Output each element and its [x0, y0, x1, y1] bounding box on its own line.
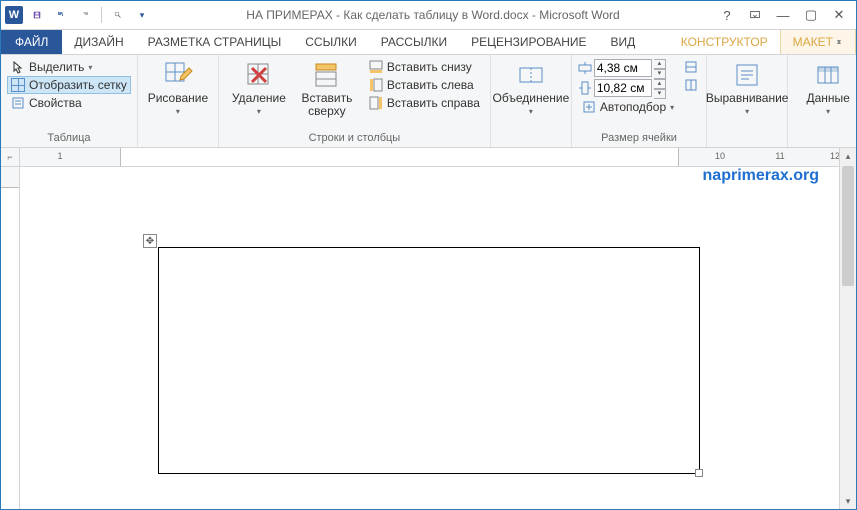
group-draw: Рисование▾ [138, 55, 219, 147]
group-data: Данные▾ [788, 55, 857, 147]
autofit-button[interactable]: Автоподбор▾ [578, 98, 678, 116]
data-icon [813, 60, 843, 90]
vertical-scrollbar[interactable]: ▴ ▾ [839, 148, 856, 509]
draw-table-button[interactable]: Рисование▾ [144, 58, 212, 118]
height-spinner[interactable]: ▴▾ [654, 59, 666, 77]
page: ✥ [50, 187, 829, 509]
cursor-icon [11, 60, 25, 74]
horizontal-ruler[interactable]: 1 1 2 3 4 5 6 7 8 9 10 11 12 [20, 148, 839, 167]
save-button[interactable] [27, 5, 47, 25]
delete-icon [244, 60, 274, 90]
document-area: ⌐ 1 1 2 3 4 5 6 7 8 9 10 11 12 [1, 148, 856, 509]
scroll-up-icon[interactable]: ▴ [840, 148, 856, 164]
zoom-button[interactable] [108, 5, 128, 25]
insert-left-icon [369, 78, 383, 92]
title-bar: W ▾ НА ПРИМЕРАХ - Как сделать таблицу в … [1, 1, 856, 30]
group-label [144, 130, 212, 147]
insert-above-icon [312, 60, 342, 90]
table-resize-handle[interactable] [695, 469, 703, 477]
tab-table-design[interactable]: КОНСТРУКТОР [669, 30, 780, 54]
properties-button[interactable]: Свойства [7, 94, 131, 112]
properties-icon [11, 96, 25, 110]
row-height-input[interactable] [594, 59, 652, 77]
table-cell[interactable] [158, 247, 700, 474]
pencil-grid-icon [163, 60, 193, 90]
scrollbar-thumb[interactable] [842, 166, 854, 286]
scroll-down-icon[interactable]: ▾ [840, 493, 856, 509]
insert-right-icon [369, 96, 383, 110]
vertical-ruler[interactable]: 1 2 3 [1, 167, 20, 509]
undo-button[interactable] [51, 5, 71, 25]
col-width-icon [578, 81, 592, 95]
alignment-icon [732, 60, 762, 90]
insert-below-icon [369, 60, 383, 74]
alignment-button[interactable]: Выравнивание▾ [713, 58, 781, 118]
tab-mailings[interactable]: РАССЫЛКИ [369, 30, 459, 54]
separator [101, 7, 102, 23]
group-label [497, 130, 565, 147]
group-label [713, 130, 781, 147]
group-rows-cols: Удаление▾ Вставить сверху Вставить снизу… [219, 55, 491, 147]
insert-below-button[interactable]: Вставить снизу [365, 58, 484, 76]
group-label: Таблица [7, 130, 131, 147]
select-button[interactable]: Выделить▾ [7, 58, 131, 76]
help-button[interactable]: ? [714, 5, 740, 25]
group-cell-size: ▴▾ ▴▾ Автоподбор▾ Размер ячейки [572, 55, 707, 147]
col-width-input[interactable] [594, 79, 652, 97]
width-spinner[interactable]: ▴▾ [654, 79, 666, 97]
distribute-rows-icon [684, 60, 698, 74]
insert-right-button[interactable]: Вставить справа [365, 94, 484, 112]
tab-view[interactable]: ВИД [599, 30, 648, 54]
qat-customize-button[interactable]: ▾ [132, 5, 152, 25]
autofit-icon [582, 100, 596, 114]
tab-review[interactable]: РЕЦЕНЗИРОВАНИЕ [459, 30, 598, 54]
group-table: Выделить▾ Отобразить сетку Свойства Табл… [1, 55, 138, 147]
grid-icon [11, 78, 25, 92]
row-height-icon [578, 61, 592, 75]
document-canvas[interactable]: naprimerax.org ✥ [20, 167, 839, 509]
ribbon-options-button[interactable] [742, 5, 768, 25]
table-move-handle[interactable]: ✥ [143, 234, 157, 248]
group-alignment: Выравнивание▾ [707, 55, 788, 147]
group-merge: Объединение▾ [491, 55, 572, 147]
app-icon: W [5, 6, 23, 24]
tab-page-layout[interactable]: РАЗМЕТКА СТРАНИЦЫ [136, 30, 294, 54]
view-gridlines-button[interactable]: Отобразить сетку [7, 76, 131, 94]
ruler-corner: ⌐ [1, 148, 20, 167]
group-label: Размер ячейки [578, 130, 700, 147]
window-title: НА ПРИМЕРАХ - Как сделать таблицу в Word… [152, 8, 714, 22]
delete-button[interactable]: Удаление▾ [225, 58, 293, 118]
ribbon-tabs: ФАЙЛ ДИЗАЙН РАЗМЕТКА СТРАНИЦЫ ССЫЛКИ РАС… [1, 30, 856, 55]
minimize-button[interactable]: — [770, 5, 796, 25]
insert-left-button[interactable]: Вставить слева [365, 76, 484, 94]
distribute-cols-button[interactable] [682, 76, 700, 94]
maximize-button[interactable]: ▢ [798, 5, 824, 25]
tab-table-layout[interactable]: МАКЕТ [780, 30, 856, 54]
close-button[interactable]: ✕ [826, 5, 852, 25]
distribute-cols-icon [684, 78, 698, 92]
merge-icon [516, 60, 546, 90]
data-button[interactable]: Данные▾ [794, 58, 857, 118]
group-label: Строки и столбцы [225, 130, 484, 147]
pin-icon [835, 38, 843, 46]
redo-button[interactable] [75, 5, 95, 25]
distribute-rows-button[interactable] [682, 58, 700, 76]
ribbon: Выделить▾ Отобразить сетку Свойства Табл… [1, 55, 856, 148]
insert-above-button[interactable]: Вставить сверху [293, 58, 361, 118]
watermark-text: naprimerax.org [703, 167, 819, 185]
tab-design[interactable]: ДИЗАЙН [62, 30, 135, 54]
merge-button[interactable]: Объединение▾ [497, 58, 565, 118]
group-label [794, 130, 857, 147]
tab-file[interactable]: ФАЙЛ [1, 30, 62, 54]
tab-references[interactable]: ССЫЛКИ [293, 30, 368, 54]
